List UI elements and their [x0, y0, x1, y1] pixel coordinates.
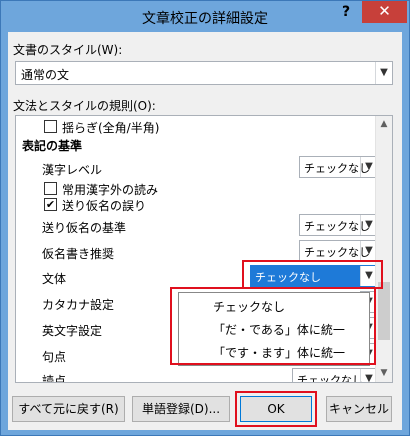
- dialog-window: 文章校正の詳細設定 ? ✕ 文書のスタイル(W): 通常の文 ▼ 文法とスタイル…: [0, 0, 410, 436]
- scroll-up-icon[interactable]: ▲: [376, 116, 392, 133]
- rules-label: 文法とスタイルの規則(O):: [13, 99, 156, 113]
- rule-label: 仮名書き推奨: [42, 247, 115, 261]
- kana-recommend-dropdown[interactable]: チェックなし ▼: [299, 240, 378, 262]
- style-select[interactable]: 通常の文 ▼: [15, 61, 393, 85]
- rule-label: 送り仮名の誤り: [62, 199, 147, 213]
- rule-label: 英文字設定: [42, 324, 103, 338]
- chevron-down-icon[interactable]: ▼: [375, 62, 392, 84]
- close-button[interactable]: ✕: [362, 1, 407, 23]
- rule-label: 句点: [42, 350, 67, 364]
- scroll-thumb[interactable]: [378, 282, 390, 340]
- highlight-box-options: [170, 287, 376, 365]
- rule-label: 送り仮名の基準: [42, 221, 127, 235]
- checkbox-okurigana[interactable]: ✔: [44, 198, 57, 211]
- highlight-box-ok: [235, 391, 317, 427]
- kanji-level-dropdown[interactable]: チェックなし ▼: [299, 156, 378, 178]
- rules-scrollbar[interactable]: ▲ ▼: [375, 116, 392, 382]
- checkbox-fluctuation[interactable]: [44, 120, 57, 133]
- word-register-button[interactable]: 単語登録(D)...: [132, 396, 230, 422]
- comma-dropdown[interactable]: チェックなし ▼: [292, 368, 378, 383]
- rule-label: カタカナ設定: [42, 298, 115, 312]
- dropdown-value: チェックなし: [297, 374, 363, 383]
- dialog-body: 文書のスタイル(W): 通常の文 ▼ 文法とスタイルの規則(O): 揺らぎ(全角…: [8, 32, 402, 430]
- rule-label: 常用漢字外の読み: [62, 183, 159, 197]
- style-select-value: 通常の文: [21, 68, 70, 82]
- okurigana-standard-dropdown[interactable]: チェックなし ▼: [299, 214, 378, 236]
- scroll-down-icon[interactable]: ▼: [376, 365, 392, 382]
- reset-all-button[interactable]: すべて元に戻す(R): [12, 396, 125, 422]
- rule-label: 読点: [42, 374, 67, 383]
- highlight-box-writing-style: [242, 260, 383, 289]
- rule-label: 文体: [42, 272, 67, 286]
- rule-label: 漢字レベル: [42, 163, 103, 177]
- title-bar[interactable]: 文章校正の詳細設定 ? ✕: [1, 1, 409, 32]
- section-header: 表記の基準: [22, 139, 83, 153]
- style-label: 文書のスタイル(W):: [13, 43, 123, 57]
- help-button[interactable]: ?: [331, 1, 361, 23]
- rule-label: 揺らぎ(全角/半角): [62, 121, 160, 135]
- checkbox-joyo-kanji[interactable]: [44, 182, 57, 195]
- cancel-button[interactable]: キャンセル: [326, 396, 392, 422]
